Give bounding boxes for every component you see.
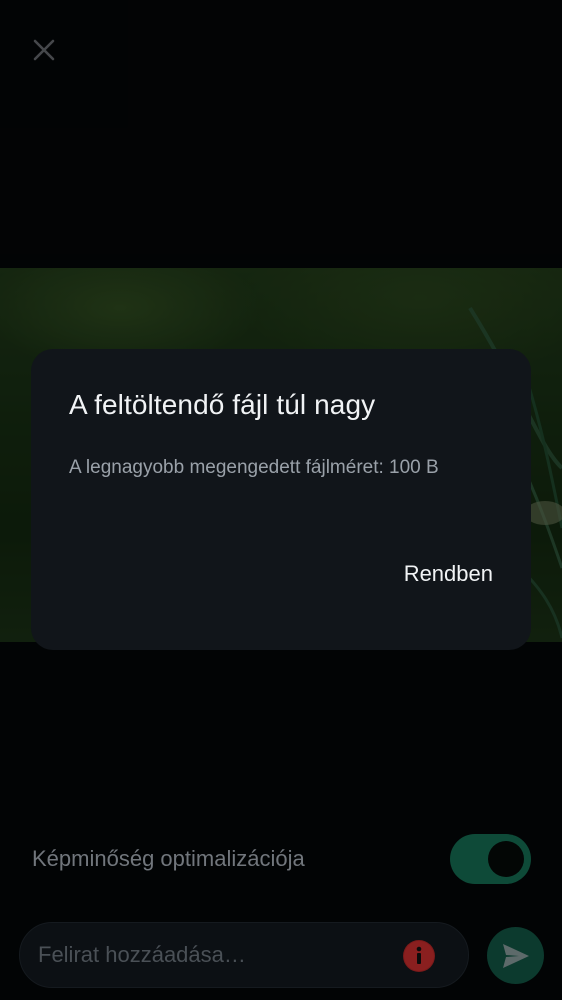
screen: A feltöltendő fájl túl nagy A legnagyobb… [0,0,562,1000]
quality-optimization-row: Képminőség optimalizációja [0,830,562,890]
info-glyph [404,941,434,971]
send-icon [502,943,529,968]
quality-optimization-toggle[interactable] [450,834,531,884]
dialog-title: A feltöltendő fájl túl nagy [69,389,376,420]
ok-button[interactable]: Rendben [404,557,493,591]
quality-optimization-label: Képminőség optimalizációja [32,846,305,871]
info-icon[interactable] [403,940,435,972]
send-button[interactable] [487,927,544,984]
error-dialog: A feltöltendő fájl túl nagy A legnagyobb… [31,349,531,650]
caption-input[interactable] [38,923,398,987]
dialog-message: A legnagyobb megengedett fájlméret: 100 … [69,457,439,478]
toggle-knob [488,841,524,877]
caption-bar [19,922,469,988]
